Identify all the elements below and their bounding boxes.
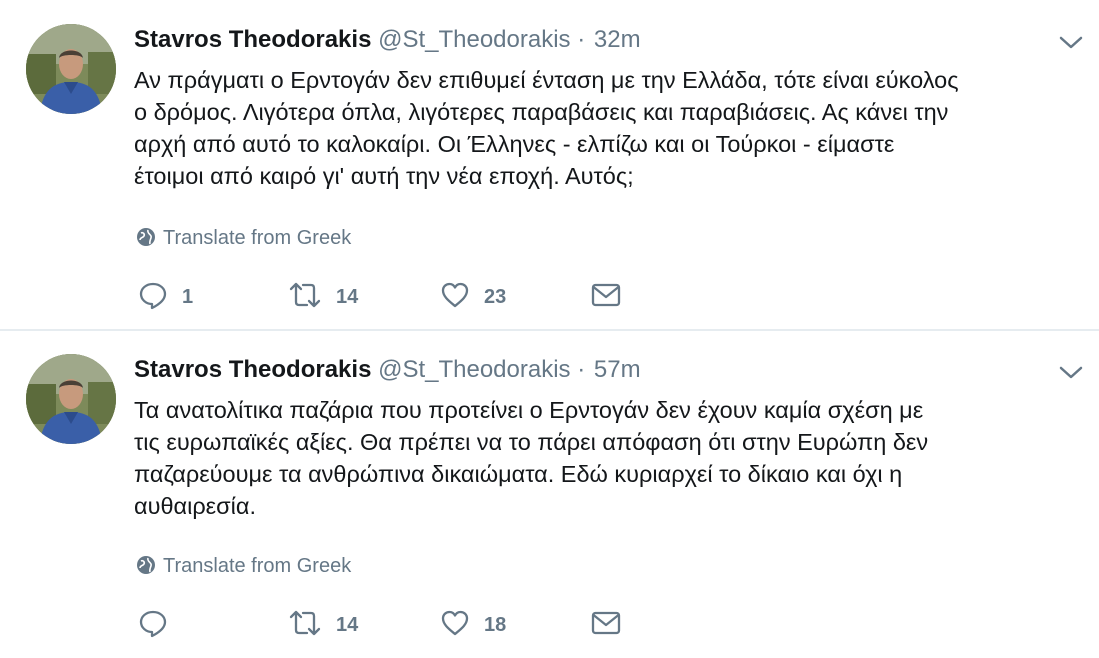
reply-count: 1 <box>182 285 194 308</box>
globe-icon <box>136 227 156 254</box>
reply-button[interactable] <box>138 610 182 640</box>
direct-message-icon <box>590 608 622 643</box>
direct-message-button[interactable] <box>590 610 622 640</box>
chevron-down-icon[interactable] <box>1055 360 1087 384</box>
author-name[interactable]: Stavros Theodorakis <box>134 356 371 383</box>
retweet-button[interactable]: 14 <box>288 282 358 312</box>
retweet-icon <box>288 280 322 315</box>
tweet-feed: Stavros Theodorakis @St_Theodorakis · 32… <box>0 0 1099 658</box>
author-handle[interactable]: @St_Theodorakis <box>378 26 570 53</box>
like-count: 23 <box>484 285 507 308</box>
translate-label: Translate from Greek <box>163 227 352 249</box>
like-heart-icon <box>440 280 470 315</box>
retweet-button[interactable]: 14 <box>288 610 358 640</box>
direct-message-icon <box>590 280 622 315</box>
tweet-header: Stavros Theodorakis @St_Theodorakis · 32… <box>134 24 641 56</box>
retweet-count: 14 <box>336 285 359 308</box>
header-separator: · <box>577 356 586 383</box>
tweet[interactable]: Stavros Theodorakis @St_Theodorakis · 57… <box>0 330 1099 658</box>
like-count: 18 <box>484 613 507 636</box>
like-heart-icon <box>440 608 470 643</box>
direct-message-button[interactable] <box>590 282 622 312</box>
header-separator: · <box>577 26 586 53</box>
tweet-header: Stavros Theodorakis @St_Theodorakis · 57… <box>134 354 641 386</box>
reply-button[interactable]: 1 <box>138 282 193 312</box>
tweet-text: Αν πράγματι ο Ερντογάν δεν επιθυμεί έντα… <box>134 67 959 189</box>
author-name[interactable]: Stavros Theodorakis <box>134 26 371 53</box>
like-button[interactable]: 18 <box>440 610 506 640</box>
translate-label: Translate from Greek <box>163 555 352 577</box>
tweet-timestamp[interactable]: 32m <box>594 26 641 53</box>
tweet[interactable]: Stavros Theodorakis @St_Theodorakis · 32… <box>0 0 1099 330</box>
chevron-down-icon[interactable] <box>1055 30 1087 54</box>
author-avatar[interactable] <box>26 24 116 114</box>
author-handle[interactable]: @St_Theodorakis <box>378 356 570 383</box>
translate-link[interactable]: Translate from Greek <box>136 225 351 254</box>
translate-link[interactable]: Translate from Greek <box>136 553 351 582</box>
like-button[interactable]: 23 <box>440 282 506 312</box>
tweet-text: Τα ανατολίτικα παζάρια που προτείνει ο Ε… <box>134 397 929 519</box>
globe-icon <box>136 555 156 582</box>
author-avatar[interactable] <box>26 354 116 444</box>
retweet-icon <box>288 608 322 643</box>
reply-icon <box>138 280 168 315</box>
tweet-timestamp[interactable]: 57m <box>594 356 641 383</box>
reply-icon <box>138 608 168 643</box>
retweet-count: 14 <box>336 613 359 636</box>
